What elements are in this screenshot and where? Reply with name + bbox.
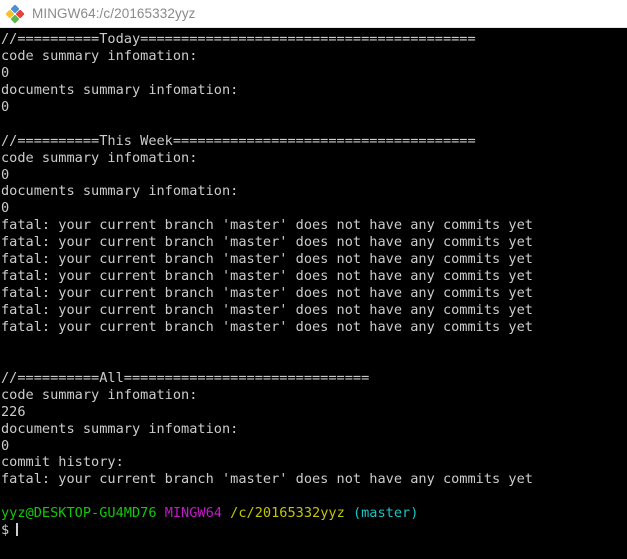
- terminal-line-today-docs-label: documents summary infomation:: [1, 81, 239, 98]
- terminal-line-week-docs-value: 0: [1, 200, 10, 217]
- terminal-line-all-docs-value: 0: [1, 437, 10, 454]
- shell-input-line[interactable]: $: [1, 522, 627, 539]
- terminal-line-week-code-label: code summary infomation:: [1, 149, 198, 166]
- terminal-line-all-code-label: code summary infomation:: [1, 386, 198, 403]
- terminal-line-blank-1: [1, 116, 627, 133]
- mintty-diamond-icon: [5, 4, 25, 24]
- text-cursor: [16, 523, 18, 537]
- terminal-line-blank-2: [1, 336, 627, 353]
- prompt-path: /c/20165332yyz: [230, 505, 345, 522]
- terminal-line-blank-3: [1, 353, 627, 370]
- prompt-user-host: yyz@DESKTOP-GU4MD76: [1, 505, 157, 522]
- prompt-space-1: [157, 505, 165, 521]
- terminal-line-commit-history-label: commit history:: [1, 454, 124, 471]
- shell-prompt-line: yyz@DESKTOP-GU4MD76 MINGW64 /c/20165332y…: [1, 505, 627, 522]
- terminal-line-fatal-8: fatal: your current branch 'master' does…: [1, 471, 533, 488]
- terminal-line-all-code-value: 226: [1, 403, 26, 420]
- terminal-line-today-code-value: 0: [1, 64, 10, 81]
- terminal-line-fatal-4: fatal: your current branch 'master' does…: [1, 268, 533, 285]
- terminal-line-week-code-value: 0: [1, 166, 10, 183]
- terminal-line-fatal-1: fatal: your current branch 'master' does…: [1, 217, 533, 234]
- window-title: MINGW64:/c/20165332yyz: [32, 6, 196, 21]
- terminal-line-blank-4: [1, 488, 627, 505]
- terminal-line-fatal-6: fatal: your current branch 'master' does…: [1, 302, 533, 318]
- prompt-space-3: [345, 505, 353, 521]
- terminal-lines: //==========Today=======================…: [1, 31, 627, 505]
- terminal-line-week-docs-label: documents summary infomation:: [1, 183, 239, 200]
- terminal-window: MINGW64:/c/20165332yyz //==========Today…: [0, 0, 627, 559]
- terminal-line-fatal-7: fatal: your current branch 'master' does…: [1, 318, 533, 335]
- terminal-line-fatal-2: fatal: your current branch 'master' does…: [1, 234, 533, 251]
- terminal-line-today-docs-value: 0: [1, 98, 10, 115]
- terminal-line-today-code-label: code summary infomation:: [1, 47, 198, 64]
- terminal-line-today-header: //==========Today=======================…: [1, 31, 476, 47]
- terminal-output[interactable]: //==========Today=======================…: [0, 28, 627, 559]
- prompt-space-2: [222, 505, 230, 521]
- terminal-line-fatal-5: fatal: your current branch 'master' does…: [1, 285, 533, 302]
- title-bar[interactable]: MINGW64:/c/20165332yyz: [0, 0, 627, 28]
- prompt-symbol: $: [1, 522, 10, 539]
- terminal-line-week-header: //==========This Week===================…: [1, 132, 476, 149]
- terminal-line-all-docs-label: documents summary infomation:: [1, 420, 239, 437]
- prompt-branch: (master): [352, 505, 419, 522]
- terminal-line-fatal-3: fatal: your current branch 'master' does…: [1, 251, 533, 268]
- prompt-shell: MINGW64: [164, 505, 222, 522]
- terminal-line-all-header: //==========All=========================…: [1, 369, 370, 386]
